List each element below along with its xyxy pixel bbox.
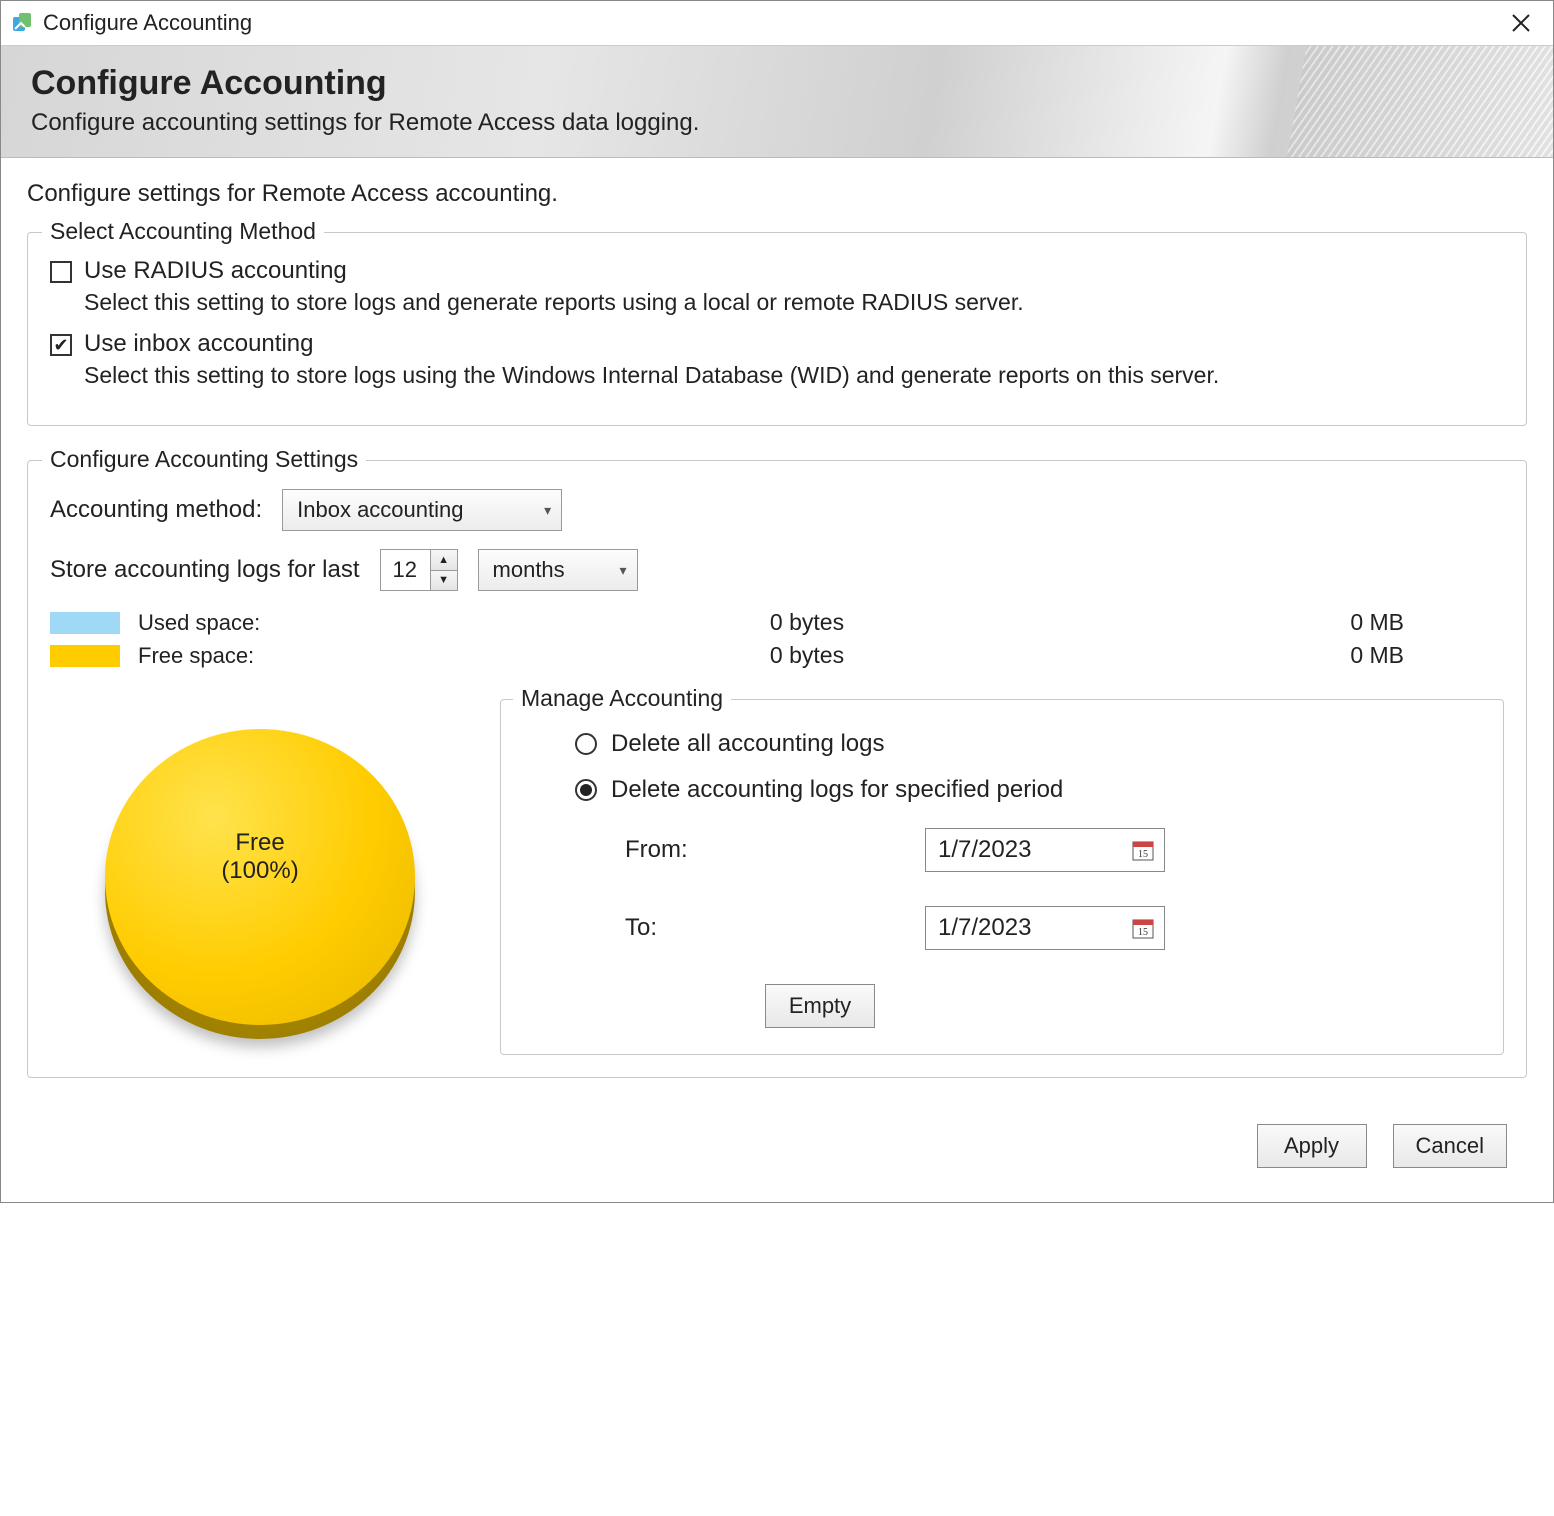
radius-desc: Select this setting to store logs and ge… [84,289,1384,316]
empty-button-label: Empty [789,993,851,1019]
manage-accounting-group: Manage Accounting Delete all accounting … [500,699,1504,1055]
delete-all-radio[interactable] [575,733,597,755]
used-label: Used space: [138,610,260,636]
delete-period-label: Delete accounting logs for specified per… [611,776,1063,804]
to-date-value: 1/7/2023 [938,914,1031,942]
apply-button-label: Apply [1284,1133,1339,1159]
intro-text: Configure settings for Remote Access acc… [27,180,1527,208]
content-area: Configure settings for Remote Access acc… [1,158,1553,1202]
page-subtitle: Configure accounting settings for Remote… [31,109,1523,137]
from-date-value: 1/7/2023 [938,836,1031,864]
to-label: To: [625,914,785,942]
chevron-down-icon: ▾ [544,502,551,519]
inbox-desc: Select this setting to store logs using … [84,362,1384,389]
free-bytes: 0 bytes [310,642,1304,669]
retention-spinner[interactable]: 12 ▲ ▼ [380,549,458,591]
space-legend: Used space: 0 bytes 0 MB Free space: 0 b… [50,609,1504,669]
accounting-settings-group: Configure Accounting Settings Accounting… [27,460,1527,1078]
header-banner: Configure Accounting Configure accountin… [1,46,1553,158]
window-title: Configure Accounting [43,10,252,36]
configure-accounting-window: Configure Accounting Configure Accountin… [0,0,1554,1203]
method-label: Accounting method: [50,496,262,524]
radius-checkbox[interactable] [50,261,72,283]
free-swatch [50,645,120,667]
delete-all-label: Delete all accounting logs [611,730,885,758]
app-icon [11,11,35,35]
radius-label: Use RADIUS accounting [84,257,347,285]
radio-dot-icon [580,784,592,796]
delete-period-radio[interactable] [575,779,597,801]
close-button[interactable] [1501,7,1541,39]
method-dropdown[interactable]: Inbox accounting ▾ [282,489,562,531]
titlebar: Configure Accounting [1,1,1553,46]
disk-usage-pie: Free (100%) [50,699,470,1039]
apply-button[interactable]: Apply [1257,1124,1367,1168]
manage-accounting-legend: Manage Accounting [513,685,731,712]
unit-dropdown-value: months [493,557,565,583]
accounting-method-legend: Select Accounting Method [42,218,324,245]
accounting-method-group: Select Accounting Method Use RADIUS acco… [27,232,1527,426]
svg-text:15: 15 [1138,927,1148,938]
spinner-up-icon[interactable]: ▲ [431,550,457,571]
from-label: From: [625,836,785,864]
used-mb: 0 MB [1304,609,1504,636]
dialog-footer: Apply Cancel [27,1124,1527,1182]
inbox-checkbox[interactable]: ✔ [50,334,72,356]
used-bytes: 0 bytes [310,609,1304,636]
free-mb: 0 MB [1304,642,1504,669]
accounting-settings-legend: Configure Accounting Settings [42,446,366,473]
calendar-icon[interactable]: 15 [1130,915,1156,941]
svg-text:15: 15 [1138,849,1148,860]
calendar-icon[interactable]: 15 [1130,837,1156,863]
unit-dropdown[interactable]: months ▾ [478,549,638,591]
pie-label-1: Free [105,829,415,857]
store-label: Store accounting logs for last [50,556,360,584]
used-swatch [50,612,120,634]
checkmark-icon: ✔ [53,336,68,354]
from-date-input[interactable]: 1/7/2023 15 [925,828,1165,872]
free-label: Free space: [138,643,254,669]
retention-value: 12 [381,550,431,590]
cancel-button[interactable]: Cancel [1393,1124,1507,1168]
pie-label-2: (100%) [105,857,415,885]
empty-button[interactable]: Empty [765,984,875,1028]
inbox-label: Use inbox accounting [84,330,313,358]
page-title: Configure Accounting [31,64,1523,103]
to-date-input[interactable]: 1/7/2023 15 [925,906,1165,950]
spinner-down-icon[interactable]: ▼ [431,571,457,591]
cancel-button-label: Cancel [1416,1133,1484,1159]
chevron-down-icon: ▾ [619,562,626,579]
method-dropdown-value: Inbox accounting [297,497,463,523]
